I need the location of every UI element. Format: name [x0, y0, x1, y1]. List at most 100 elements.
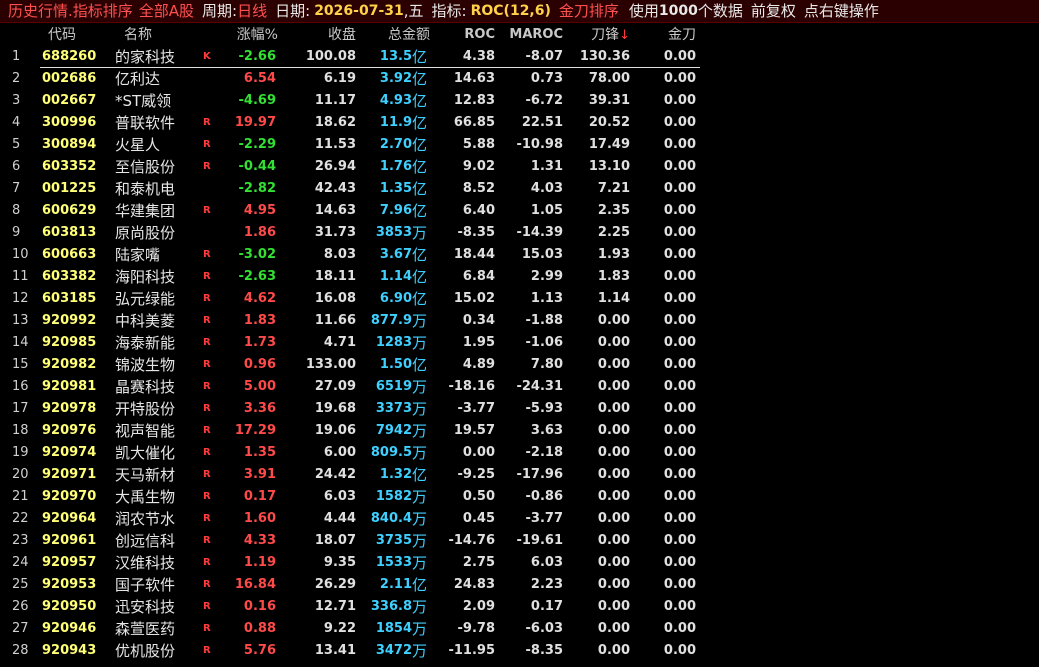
- daofeng-value: 1.83: [597, 269, 630, 284]
- stock-name: 大禹生物: [115, 488, 176, 506]
- table-row[interactable]: 3 002667 *ST威领 -4.69 11.17 4.93 亿 12.83 -6.72 39.…: [0, 90, 1039, 112]
- ranking-table[interactable]: 代码 名称 涨幅% 收盘 总金额 ROC MAROC 刀锋↓ 金刀 1 68826…: [0, 24, 1039, 662]
- change-percent: 4.33: [243, 533, 276, 548]
- table-row[interactable]: 12 603185 弘元绿能 R 4.62 16.08 6.90 亿 15.02 1.13 1.14…: [0, 288, 1039, 310]
- close-price: 18.62: [314, 115, 356, 130]
- table-row[interactable]: 14 920985 海泰新能 R 1.73 4.71 1283 万 1.95 -1.06 0.00 0…: [0, 332, 1039, 354]
- table-row[interactable]: 24 920957 汉维科技 R 1.19 9.35 1533 万 2.75 6.03 0.00 0.…: [0, 552, 1039, 574]
- maroc-value: -6.03: [525, 621, 563, 636]
- indicator-value[interactable]: ROC(12,6): [471, 0, 551, 22]
- table-row[interactable]: 7 001225 和泰机电 -2.82 42.43 1.35 亿 8.52 4.03 7.21 0.…: [0, 178, 1039, 200]
- row-index: 21: [12, 489, 29, 504]
- table-row[interactable]: 16 920981 晶赛科技 R 5.00 27.09 6519 万 -18.16 -24.31 0…: [0, 376, 1039, 398]
- row-index: 28: [12, 643, 29, 658]
- col-header-roc[interactable]: ROC: [438, 24, 495, 46]
- table-row[interactable]: 10 600663 陆家嘴 R -3.02 8.03 3.67 亿 18.44 15.03 1.93…: [0, 244, 1039, 266]
- stock-code: 600663: [42, 247, 97, 262]
- table-row[interactable]: 27 920946 森萱医药 R 0.88 9.22 1854 万 -9.78 -6.03 0.00…: [0, 618, 1039, 640]
- right-click-hint: 点右键操作: [803, 2, 879, 20]
- amount-unit: 亿: [412, 180, 428, 198]
- col-header-name[interactable]: 名称: [124, 24, 214, 46]
- maroc-value: -8.07: [525, 49, 563, 64]
- maroc-value: 1.05: [530, 203, 563, 218]
- amount-unit: 万: [412, 532, 428, 550]
- total-amount: 1582: [375, 489, 412, 504]
- sort-mode[interactable]: 金刀排序: [559, 0, 619, 22]
- maroc-value: 1.31: [530, 159, 563, 174]
- row-index: 26: [12, 599, 29, 614]
- stock-code: 920974: [42, 445, 97, 460]
- daofeng-value: 0.00: [597, 511, 630, 526]
- amount-unit: 亿: [412, 246, 428, 264]
- daofeng-value: 13.10: [588, 159, 630, 174]
- stock-name: 凯大催化: [115, 444, 176, 462]
- table-row[interactable]: 9 603813 原尚股份 1.86 31.73 3853 万 -8.35 -14.39 2.25…: [0, 222, 1039, 244]
- stock-code: 920943: [42, 643, 97, 658]
- daofeng-value: 130.36: [579, 49, 630, 64]
- table-row[interactable]: 8 600629 华建集团 R 4.95 14.63 7.96 亿 6.40 1.05 2.35 0.…: [0, 200, 1039, 222]
- stock-flag-badge: [203, 68, 217, 90]
- amount-unit: 万: [412, 444, 428, 462]
- stock-flag-badge: R: [203, 403, 211, 414]
- col-header-jindao[interactable]: 金刀: [638, 24, 696, 46]
- total-amount: 1533: [375, 555, 412, 570]
- roc-value: -9.78: [457, 621, 495, 636]
- row-index: 1: [12, 49, 21, 64]
- stock-flag-badge: R: [203, 249, 211, 260]
- daofeng-value: 0.00: [597, 357, 630, 372]
- col-header-maroc[interactable]: MAROC: [500, 24, 563, 46]
- table-row[interactable]: 6 603352 至信股份 R -0.44 26.94 1.76 亿 9.02 1.31 13.10…: [0, 156, 1039, 178]
- daofeng-value: 39.31: [588, 93, 630, 108]
- table-row[interactable]: 25 920953 国子软件 R 16.84 26.29 2.11 亿 24.83 2.23 0.0…: [0, 574, 1039, 596]
- row-index: 5: [12, 137, 21, 152]
- amount-unit: 亿: [412, 356, 428, 374]
- jindao-value: 0.00: [663, 379, 696, 394]
- col-header-change[interactable]: 涨幅%: [218, 24, 278, 46]
- table-row[interactable]: 4 300996 普联软件 R 19.97 18.62 11.9 亿 66.85 22.51 20.…: [0, 112, 1039, 134]
- maroc-value: 3.63: [530, 423, 563, 438]
- table-row[interactable]: 1 688260 的家科技 K -2.66 100.08 13.5 亿 4.38 -8.07 130…: [0, 46, 1039, 68]
- daofeng-value: 0.00: [597, 423, 630, 438]
- table-row[interactable]: 15 920982 锦波生物 R 0.96 133.00 1.50 亿 4.89 7.80 0.00…: [0, 354, 1039, 376]
- table-row[interactable]: 22 920964 润农节水 R 1.60 4.44 840.4 万 0.45 -3.77 0.00…: [0, 508, 1039, 530]
- table-row[interactable]: 2 002686 亿利达 6.54 6.19 3.92 亿 14.63 0.73 78.00 0.0…: [0, 68, 1039, 90]
- stock-code: 603352: [42, 159, 97, 174]
- table-row[interactable]: 11 603382 海阳科技 R -2.63 18.11 1.14 亿 6.84 2.99 1.83…: [0, 266, 1039, 288]
- stock-name: 中科美菱: [115, 312, 176, 330]
- table-row[interactable]: 26 920950 迅安科技 R 0.16 12.71 336.8 万 2.09 0.17 0.00…: [0, 596, 1039, 618]
- table-row[interactable]: 17 920978 开特股份 R 3.36 19.68 3373 万 -3.77 -5.93 0.0…: [0, 398, 1039, 420]
- close-price: 13.41: [314, 643, 356, 658]
- col-header-close[interactable]: 收盘: [288, 24, 356, 46]
- daofeng-value: 0.00: [597, 379, 630, 394]
- table-row[interactable]: 21 920970 大禹生物 R 0.17 6.03 1582 万 0.50 -0.86 0.00 0…: [0, 486, 1039, 508]
- table-row[interactable]: 5 300894 火星人 R -2.29 11.53 2.70 亿 5.88 -10.98 17.4…: [0, 134, 1039, 156]
- jindao-value: 0.00: [663, 137, 696, 152]
- amount-unit: 万: [412, 620, 428, 638]
- total-amount: 1.76: [379, 159, 412, 174]
- table-row[interactable]: 13 920992 中科美菱 R 1.83 11.66 877.9 万 0.34 -1.88 0.0…: [0, 310, 1039, 332]
- period-value[interactable]: 日线: [237, 0, 267, 22]
- table-row[interactable]: 18 920976 视声智能 R 17.29 19.06 7942 万 19.57 3.63 0.0…: [0, 420, 1039, 442]
- period-label: 周期:: [202, 2, 238, 20]
- stock-flag-badge: [203, 178, 217, 200]
- change-percent: -2.82: [238, 181, 276, 196]
- date-value[interactable]: 2026-07-31: [314, 0, 404, 22]
- adjust-mode[interactable]: 前复权: [751, 0, 796, 22]
- maroc-value: 2.23: [530, 577, 563, 592]
- daofeng-value: 20.52: [588, 115, 630, 130]
- table-row[interactable]: 28 920943 优机股份 R 5.76 13.41 3472 万 -11.95 -8.35 0.…: [0, 640, 1039, 662]
- col-header-code[interactable]: 代码: [48, 24, 118, 46]
- change-percent: -2.63: [238, 269, 276, 284]
- close-price: 42.43: [314, 181, 356, 196]
- table-row[interactable]: 20 920971 天马新材 R 3.91 24.42 1.32 亿 -9.25 -17.96 0.…: [0, 464, 1039, 486]
- col-header-amount[interactable]: 总金额: [366, 24, 430, 46]
- row-index: 25: [12, 577, 29, 592]
- col-header-daofeng[interactable]: 刀锋↓: [570, 24, 630, 46]
- maroc-value: 4.03: [530, 181, 563, 196]
- view-title[interactable]: 历史行情.指标排序: [8, 0, 133, 22]
- table-row[interactable]: 23 920961 创远信科 R 4.33 18.07 3735 万 -14.76 -19.61 0…: [0, 530, 1039, 552]
- amount-unit: 万: [412, 642, 428, 660]
- market-selector[interactable]: 全部A股: [139, 0, 194, 22]
- table-row[interactable]: 19 920974 凯大催化 R 1.35 6.00 809.5 万 0.00 -2.18 0.00…: [0, 442, 1039, 464]
- total-amount: 1.14: [379, 269, 412, 284]
